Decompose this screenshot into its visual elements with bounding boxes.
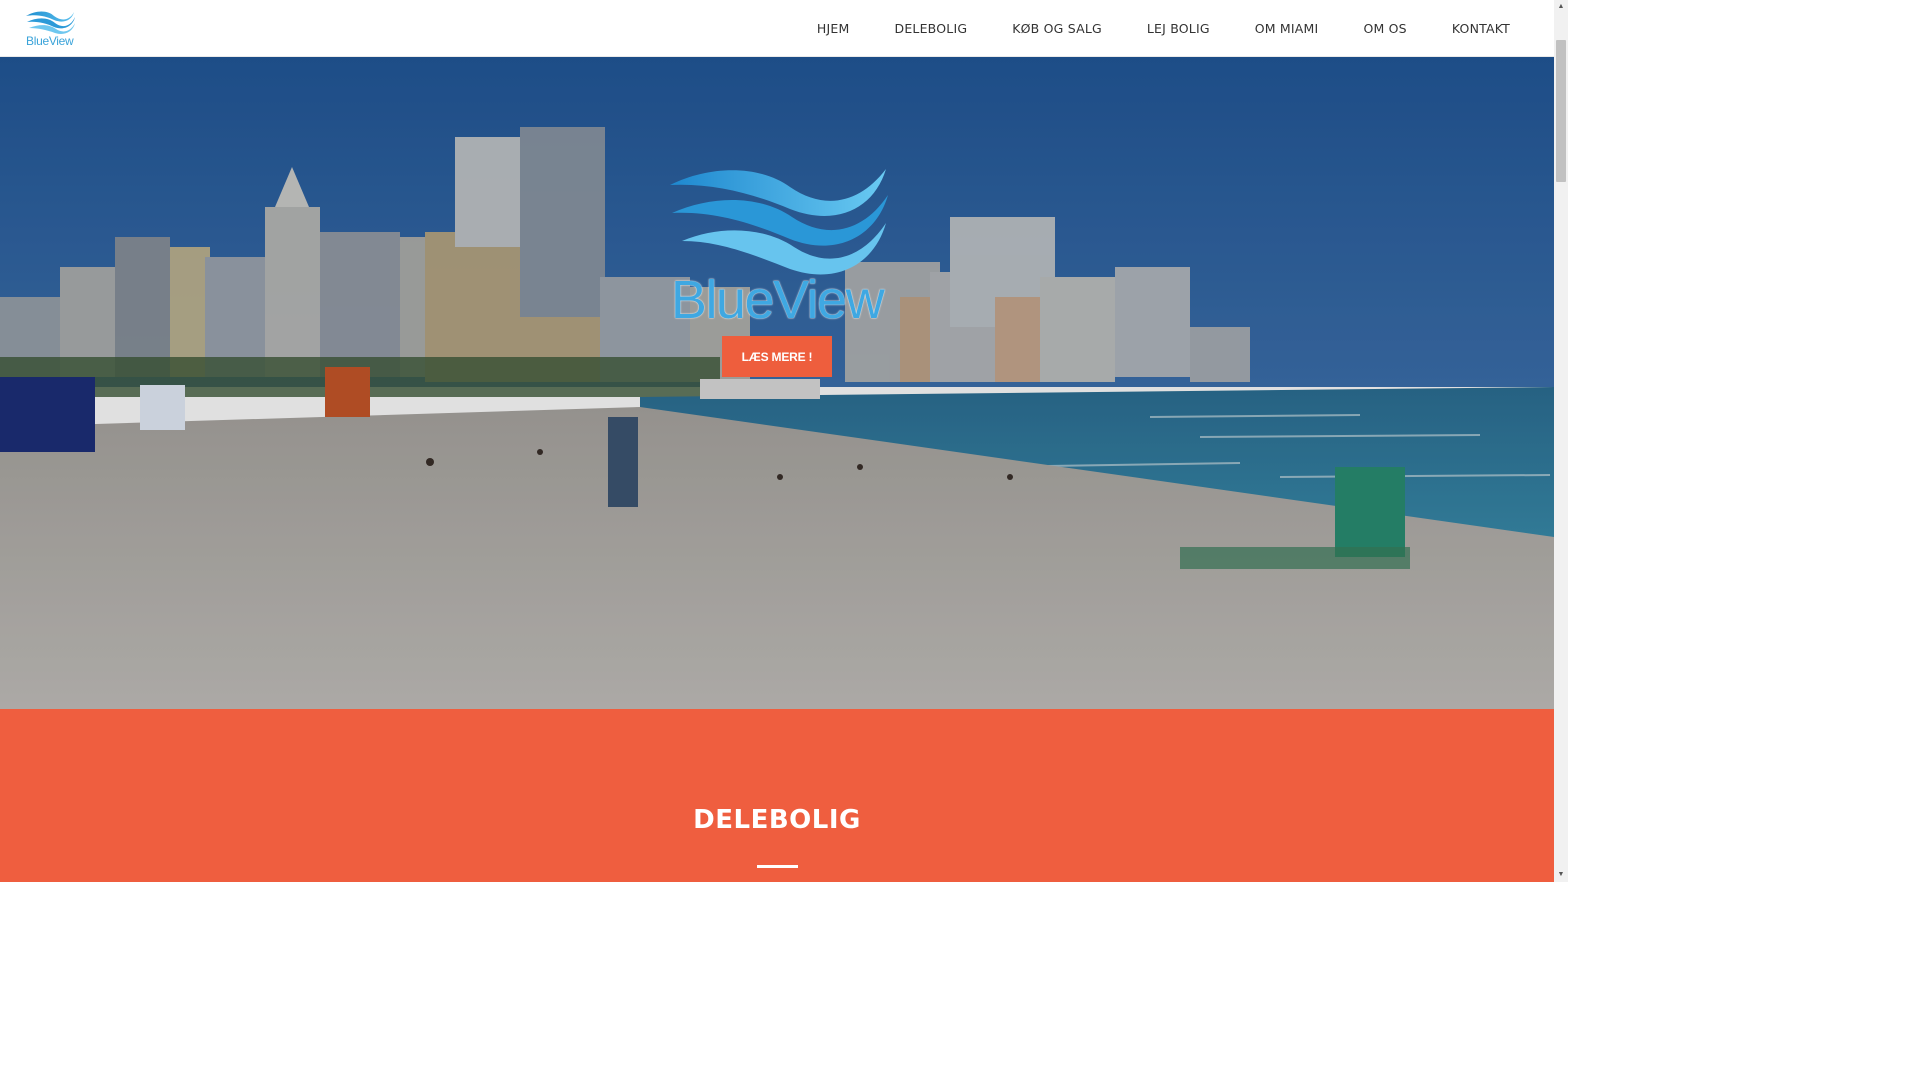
hero-brand-name: BlueView [670, 270, 885, 330]
page-scrollbar[interactable]: ▲ ▼ [1554, 0, 1568, 882]
nav-item-delebolig[interactable]: DELEBOLIG [895, 21, 968, 36]
nav-item-kontakt[interactable]: KONTAKT [1452, 21, 1510, 36]
logo-wordmark: BlueView [26, 34, 74, 48]
scroll-up-icon[interactable]: ▲ [1554, 0, 1568, 14]
delebolig-section: DELEBOLIG [0, 709, 1554, 882]
beach-skyline-image [0, 57, 1554, 709]
site-header: BlueView HJEM DELEBOLIG KØB OG SALG LEJ … [0, 0, 1554, 57]
nav-item-om-miami[interactable]: OM MIAMI [1255, 21, 1319, 36]
read-more-button[interactable]: LÆS MERE ! [722, 336, 832, 377]
page: BlueView HJEM DELEBOLIG KØB OG SALG LEJ … [0, 0, 1568, 882]
nav-item-kob-og-salg[interactable]: KØB OG SALG [1012, 21, 1102, 36]
scroll-thumb[interactable] [1556, 40, 1566, 182]
section-divider [757, 865, 798, 868]
hero-banner: BlueView LÆS MERE ! [0, 57, 1554, 709]
section-title: DELEBOLIG [693, 805, 861, 835]
main-nav: HJEM DELEBOLIG KØB OG SALG LEJ BOLIG OM … [772, 0, 1510, 57]
site-logo[interactable]: BlueView [24, 8, 78, 50]
nav-item-hjem[interactable]: HJEM [817, 21, 850, 36]
scroll-down-icon[interactable]: ▼ [1554, 868, 1568, 882]
nav-item-lej-bolig[interactable]: LEJ BOLIG [1147, 21, 1210, 36]
nav-item-om-os[interactable]: OM OS [1363, 21, 1406, 36]
